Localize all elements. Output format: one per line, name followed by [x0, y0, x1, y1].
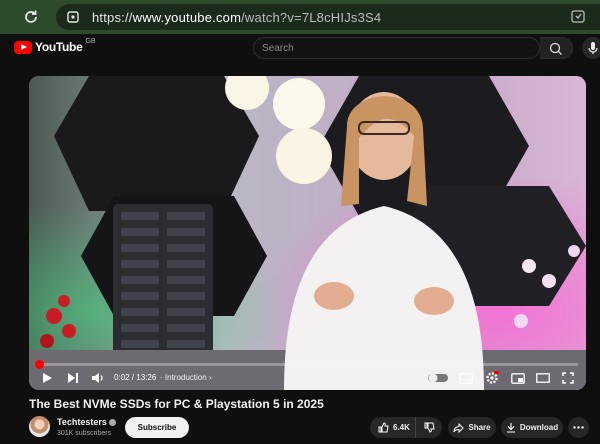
progress-bar[interactable] — [34, 360, 578, 369]
miniplayer-icon — [511, 372, 525, 384]
theater-icon — [536, 373, 550, 383]
reload-icon[interactable] — [22, 8, 40, 26]
channel-avatar[interactable] — [29, 416, 50, 437]
settings-button[interactable] — [484, 369, 500, 387]
channel-name: Techtesters — [57, 417, 107, 427]
share-label: Share — [468, 423, 491, 432]
logo-wordmark: YouTube — [35, 40, 83, 54]
chapter-button[interactable]: · Introduction › — [160, 373, 212, 382]
autoplay-toggle-icon — [428, 373, 448, 383]
search-input[interactable] — [254, 38, 538, 58]
download-icon — [506, 423, 515, 433]
play-icon — [43, 373, 52, 383]
address-bar[interactable]: https://www.youtube.com/watch?v=7L8cHIJs… — [56, 4, 600, 30]
url-text[interactable]: https://www.youtube.com/watch?v=7L8cHIJs… — [92, 10, 381, 25]
autoplay-toggle[interactable] — [427, 369, 449, 387]
share-icon — [453, 422, 465, 433]
search-box — [253, 37, 540, 59]
next-icon — [68, 373, 78, 383]
time-display: 0:02 / 13:26 — [114, 373, 156, 382]
youtube-header: YouTube GB — [0, 34, 600, 64]
share-button[interactable]: Share — [448, 417, 496, 438]
settings-icon — [486, 371, 499, 384]
youtube-logo-icon — [14, 40, 32, 54]
like-button[interactable]: 6.4K — [370, 417, 416, 438]
video-frame[interactable] — [29, 76, 586, 390]
subtitles-button[interactable] — [458, 369, 474, 387]
url-path: /watch?v=7L8cHIJs3S4 — [241, 10, 382, 25]
current-time: 0:02 — [114, 373, 130, 382]
subscribe-button[interactable]: Subscribe — [125, 417, 189, 438]
like-icon — [378, 422, 389, 433]
video-player[interactable]: 0:02 / 13:26 · Introduction › — [29, 76, 586, 390]
channel-name-link[interactable]: Techtesters — [57, 417, 116, 427]
voice-search-button[interactable] — [582, 37, 600, 59]
verified-icon — [108, 419, 116, 427]
download-button[interactable]: Download — [501, 417, 563, 438]
subscriber-count: 301K subscribers — [57, 430, 112, 437]
search-button[interactable] — [540, 37, 573, 59]
browser-toolbar: https://www.youtube.com/watch?v=7L8cHIJs… — [0, 0, 600, 34]
url-host: www.youtube.com — [132, 10, 242, 25]
lock-icon[interactable] — [66, 10, 80, 24]
play-button[interactable] — [39, 369, 55, 387]
more-icon — [573, 426, 584, 429]
youtube-logo[interactable]: YouTube GB — [14, 37, 96, 54]
like-count: 6.4K — [393, 423, 410, 432]
dislike-button[interactable] — [416, 417, 442, 438]
mic-icon — [588, 42, 598, 54]
search-icon — [549, 42, 562, 55]
duration: 13:26 — [136, 373, 157, 382]
volume-icon — [92, 373, 103, 383]
extension-icon[interactable] — [570, 9, 586, 25]
more-actions-button[interactable] — [568, 417, 589, 438]
url-scheme: https:// — [92, 10, 133, 25]
fullscreen-button[interactable] — [560, 369, 576, 387]
chevron-right-icon: › — [206, 373, 212, 382]
like-dislike-group: 6.4K — [370, 417, 442, 438]
volume-button[interactable] — [89, 369, 107, 387]
next-button[interactable] — [65, 369, 81, 387]
country-code: GB — [85, 37, 96, 45]
video-title: The Best NVMe SSDs for PC & Playstation … — [29, 397, 324, 411]
miniplayer-button[interactable] — [510, 369, 526, 387]
fullscreen-icon — [562, 372, 574, 384]
download-label: Download — [519, 423, 559, 432]
player-controls: 0:02 / 13:26 · Introduction › — [29, 367, 586, 390]
dislike-icon — [424, 422, 435, 433]
chapter-title: Introduction — [164, 373, 207, 382]
theater-mode-button[interactable] — [535, 369, 551, 387]
subtitles-icon — [459, 372, 473, 384]
